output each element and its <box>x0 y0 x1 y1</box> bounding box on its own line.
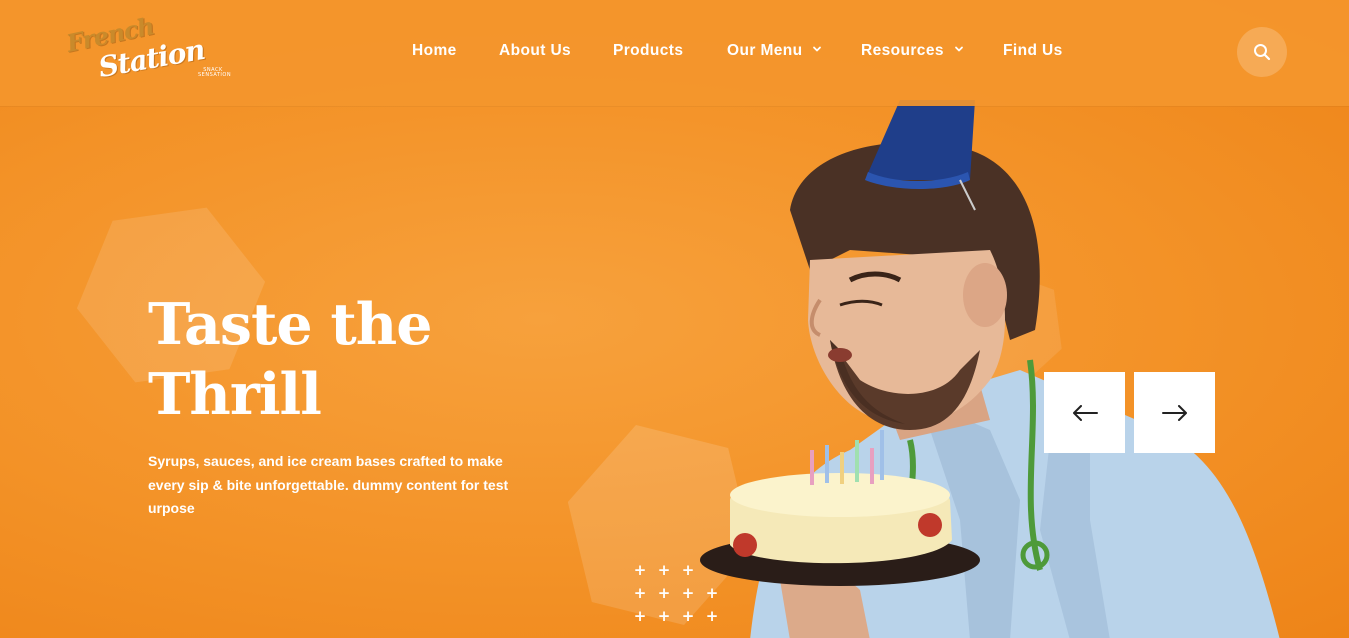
plus-icon: + <box>657 584 671 602</box>
chevron-down-icon <box>813 46 822 52</box>
arrow-right-icon <box>1161 404 1187 421</box>
plus-icon: + <box>705 584 719 602</box>
site-header: French Station SNACK SENSATION Home Abou… <box>0 0 1349 106</box>
plus-icon <box>704 563 720 578</box>
nav-item-label: Find Us <box>1003 42 1063 59</box>
nav-item-resources[interactable]: Resources <box>861 42 964 60</box>
plus-icon: + <box>657 607 671 625</box>
hero-person-image <box>700 100 1280 638</box>
plus-icon: + <box>681 561 695 579</box>
slider-prev-button[interactable] <box>1044 372 1125 453</box>
hero-headline-line1: Taste the <box>148 291 432 358</box>
plus-icon: + <box>681 584 695 602</box>
hero-description: Syrups, sauces, and ice cream bases craf… <box>148 453 509 516</box>
plus-icon: + <box>705 607 719 625</box>
plus-icon: + <box>657 561 671 579</box>
hero-headline: Taste the Thrill <box>148 290 478 430</box>
nav-item-label: About Us <box>499 42 572 59</box>
nav-item-home[interactable]: Home <box>412 42 457 60</box>
plus-icon: + <box>633 584 647 602</box>
nav-item-our-menu[interactable]: Our Menu <box>727 42 822 60</box>
nav-item-find-us[interactable]: Find Us <box>1003 42 1063 60</box>
nav-item-label: Resources <box>861 42 944 59</box>
arrow-left-icon <box>1072 404 1098 421</box>
nav-item-products[interactable]: Products <box>613 42 683 60</box>
brand-logo[interactable]: French Station SNACK SENSATION <box>60 11 245 86</box>
chevron-down-icon <box>954 46 963 52</box>
nav-item-label: Home <box>412 42 457 59</box>
nav-item-label: Our Menu <box>727 42 803 59</box>
decorative-plus-pattern: + + + + + + + + + + + <box>632 563 732 624</box>
plus-icon: + <box>633 607 647 625</box>
slider-next-button[interactable] <box>1134 372 1215 453</box>
search-button[interactable] <box>1237 27 1287 77</box>
hero-headline-line2: Thrill <box>148 361 322 428</box>
nav-item-about-us[interactable]: About Us <box>499 42 571 60</box>
plus-icon: + <box>681 607 695 625</box>
search-icon <box>1254 44 1271 61</box>
plus-icon: + <box>633 561 647 579</box>
brand-logo-tagline: SNACK SENSATION <box>198 67 232 78</box>
nav-item-label: Products <box>613 42 684 59</box>
